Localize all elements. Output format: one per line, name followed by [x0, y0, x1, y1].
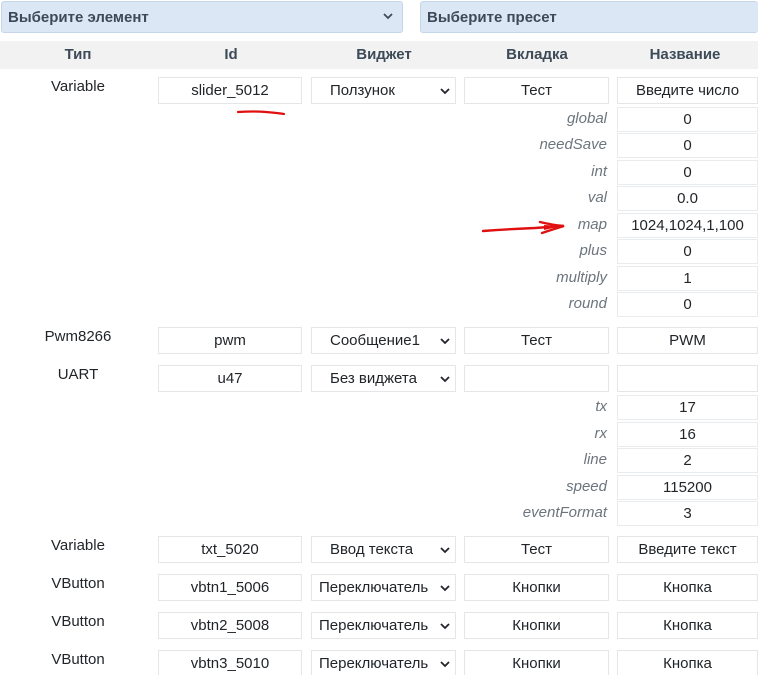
chevron-down-icon [440, 623, 450, 630]
header-widget: Виджет [356, 46, 412, 63]
param-input[interactable]: 2 [617, 448, 758, 473]
tab-field[interactable]: Тест [464, 327, 609, 354]
widget-select-label: Без виджета [330, 370, 417, 387]
param-label: tx [595, 398, 607, 415]
row-type: UART [57, 366, 99, 383]
chevron-down-icon [440, 376, 450, 383]
tab-field[interactable]: Кнопки [464, 612, 609, 639]
row-type: VButton [51, 575, 105, 592]
tab-field[interactable] [464, 365, 609, 392]
param-input[interactable]: 1024,1024,1,100 [617, 213, 758, 238]
param-input[interactable]: 0 [617, 239, 758, 264]
arrow-annotation [481, 220, 565, 235]
param-input[interactable]: 0 [617, 133, 758, 158]
param-input[interactable]: 0 [617, 292, 758, 317]
widget-select[interactable]: Переключатель [311, 650, 456, 675]
param-label: line [583, 451, 607, 468]
row-type: Variable [51, 78, 105, 95]
name-field[interactable]: Введите число [617, 77, 758, 104]
param-label: eventFormat [522, 504, 607, 521]
widget-select-label: Переключатель [319, 579, 429, 596]
param-label: plus [579, 242, 607, 259]
id-field[interactable]: u47 [158, 365, 302, 392]
widget-select-label: Переключатель [319, 617, 429, 634]
tab-field[interactable]: Кнопки [464, 574, 609, 601]
widget-select-label: Ползунок [330, 82, 395, 99]
name-field[interactable]: Введите текст [617, 536, 758, 563]
param-input[interactable]: 0 [617, 160, 758, 185]
widget-select-label: Ввод текста [330, 541, 414, 558]
param-input[interactable]: 0.0 [617, 186, 758, 211]
chevron-down-icon [440, 338, 450, 345]
preset-select[interactable]: Выберите пресет [420, 1, 758, 33]
widget-select[interactable]: Переключатель [311, 574, 456, 601]
widget-select[interactable]: Сообщение1 [311, 327, 456, 354]
name-field[interactable]: Кнопка [617, 574, 758, 601]
name-field[interactable] [617, 365, 758, 392]
table-header: Тип Id Виджет Вкладка Название [0, 41, 758, 69]
preset-select-label: Выберите пресет [427, 9, 557, 26]
param-input[interactable]: 0 [617, 107, 758, 132]
chevron-down-icon [440, 661, 450, 668]
widget-select[interactable]: Переключатель [311, 612, 456, 639]
element-select[interactable]: Выберите элемент [1, 1, 403, 33]
widget-select[interactable]: Ползунок [311, 77, 456, 104]
tab-field[interactable]: Тест [464, 77, 609, 104]
row-type: VButton [51, 613, 105, 630]
header-type: Тип [64, 46, 92, 63]
row-type: VButton [51, 651, 105, 668]
param-label: speed [566, 478, 607, 495]
widget-select-label: Переключатель [319, 655, 429, 672]
id-field[interactable]: txt_5020 [158, 536, 302, 563]
param-label: round [568, 295, 607, 312]
id-field[interactable]: vbtn1_5006 [158, 574, 302, 601]
tab-field[interactable]: Тест [464, 536, 609, 563]
header-id: Id [224, 46, 238, 63]
tab-field[interactable]: Кнопки [464, 650, 609, 675]
param-label: int [591, 163, 607, 180]
param-input[interactable]: 115200 [617, 475, 758, 500]
widget-select-label: Сообщение1 [330, 332, 420, 349]
id-field[interactable]: pwm [158, 327, 302, 354]
param-label: global [566, 110, 607, 127]
widget-select[interactable]: Ввод текста [311, 536, 456, 563]
param-label: multiply [556, 269, 607, 286]
chevron-down-icon [383, 13, 393, 20]
param-input[interactable]: 17 [617, 395, 758, 420]
chevron-down-icon [440, 585, 450, 592]
id-field[interactable]: vbtn2_5008 [158, 612, 302, 639]
row-type: Variable [51, 537, 105, 554]
param-label: needSave [539, 136, 607, 153]
widget-select[interactable]: Без виджета [311, 365, 456, 392]
id-field[interactable]: slider_5012 [158, 77, 302, 104]
param-label: rx [594, 425, 608, 442]
row-type: Pwm8266 [44, 328, 112, 345]
element-select-label: Выберите элемент [8, 9, 149, 26]
param-input[interactable]: 1 [617, 266, 758, 291]
param-input[interactable]: 16 [617, 422, 758, 447]
id-field[interactable]: vbtn3_5010 [158, 650, 302, 675]
name-field[interactable]: Кнопка [617, 650, 758, 675]
param-label: val [587, 189, 607, 206]
header-tab: Вкладка [506, 46, 568, 63]
chevron-down-icon [440, 547, 450, 554]
name-field[interactable]: PWM [617, 327, 758, 354]
param-input[interactable]: 3 [617, 501, 758, 526]
chevron-down-icon [440, 88, 450, 95]
header-name: Название [649, 46, 721, 63]
name-field[interactable]: Кнопка [617, 612, 758, 639]
underline-annotation [236, 110, 286, 116]
